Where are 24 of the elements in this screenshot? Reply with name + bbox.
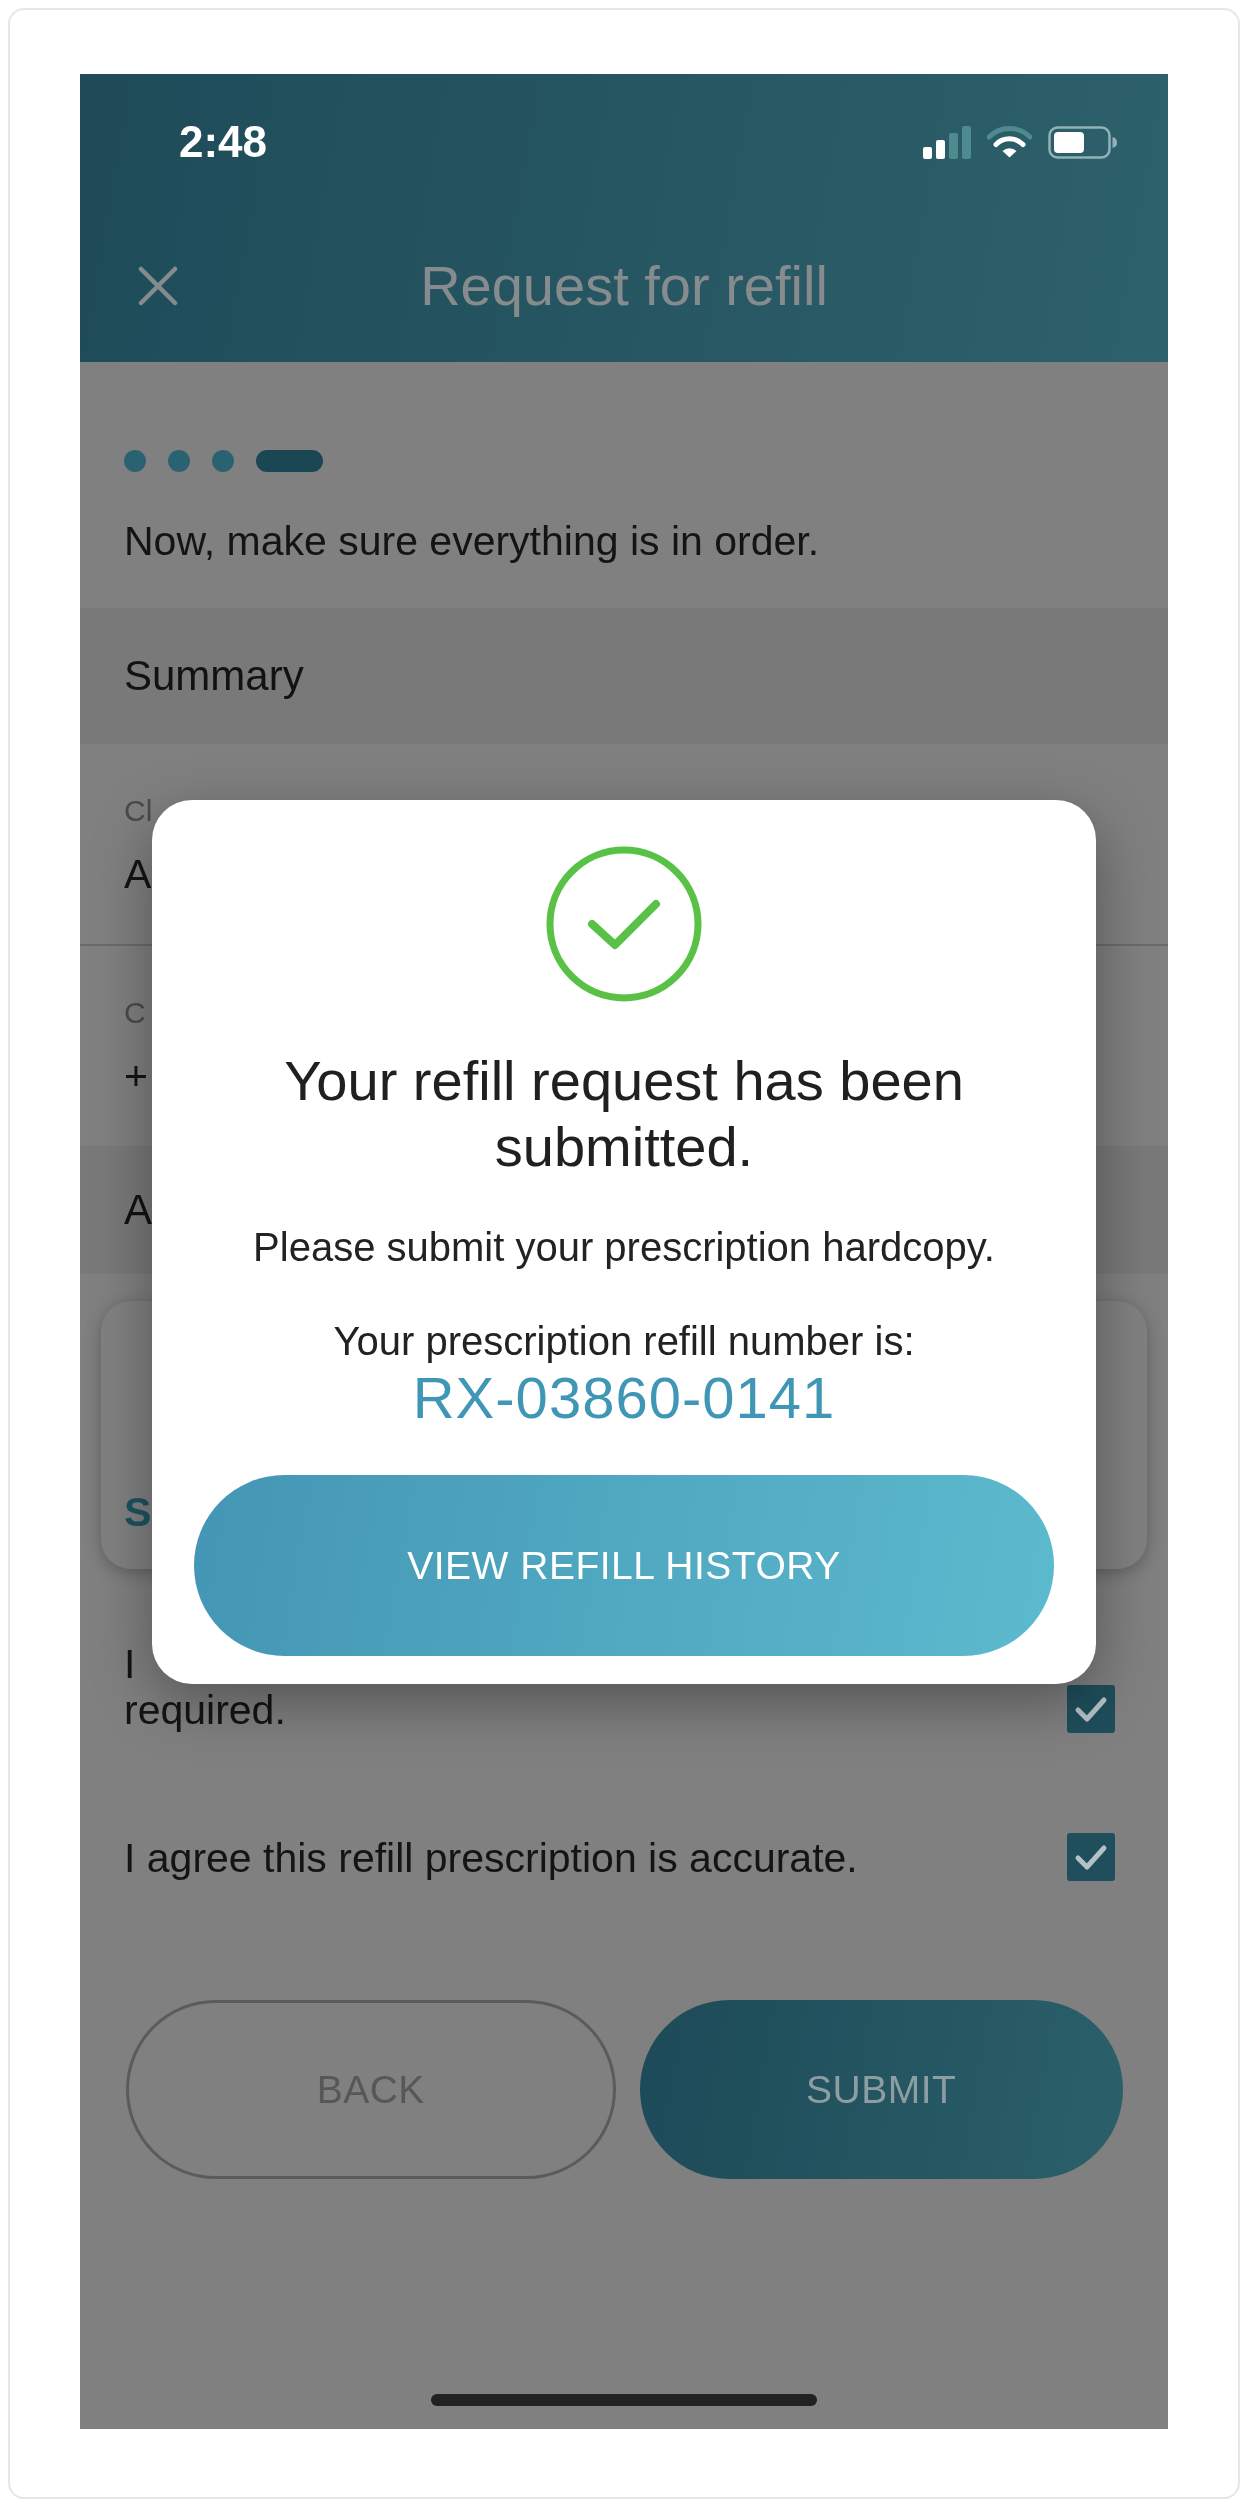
screen-title: Request for refill (420, 253, 828, 320)
wifi-icon (987, 126, 1032, 158)
section-heading: Summary (124, 651, 304, 701)
field-value: A (124, 850, 152, 899)
view-history-button[interactable]: VIEW REFILL HISTORY (194, 1475, 1054, 1656)
signal-icon (923, 125, 971, 159)
card-link[interactable]: S (124, 1487, 152, 1537)
submit-button[interactable]: SUBMIT (639, 2000, 1123, 2179)
intro-text: Now, make sure everything is in order. (124, 517, 820, 566)
agreement-text: required. (124, 1687, 286, 1733)
close-icon[interactable] (138, 266, 178, 306)
agreement-text: I agree this refill prescription is accurate. (124, 1835, 858, 1881)
status-time: 2:48 (179, 120, 268, 164)
checkbox[interactable] (1067, 1685, 1115, 1733)
section-heading: A (124, 1185, 152, 1235)
agreement-text: I (124, 1641, 136, 1687)
dialog-message: Please submit your prescription hardcopy. (253, 1224, 995, 1271)
checkbox[interactable] (1067, 1833, 1115, 1881)
field-value: + (124, 1052, 148, 1101)
refill-number: RX-03860-0141 (412, 1366, 836, 1430)
dialog-title: Your refill request has been submitted. (283, 1048, 965, 1180)
refill-number-label: Your prescription refill number is: (333, 1318, 915, 1365)
battery-icon (1048, 125, 1117, 159)
check-circle-icon (546, 846, 702, 1002)
